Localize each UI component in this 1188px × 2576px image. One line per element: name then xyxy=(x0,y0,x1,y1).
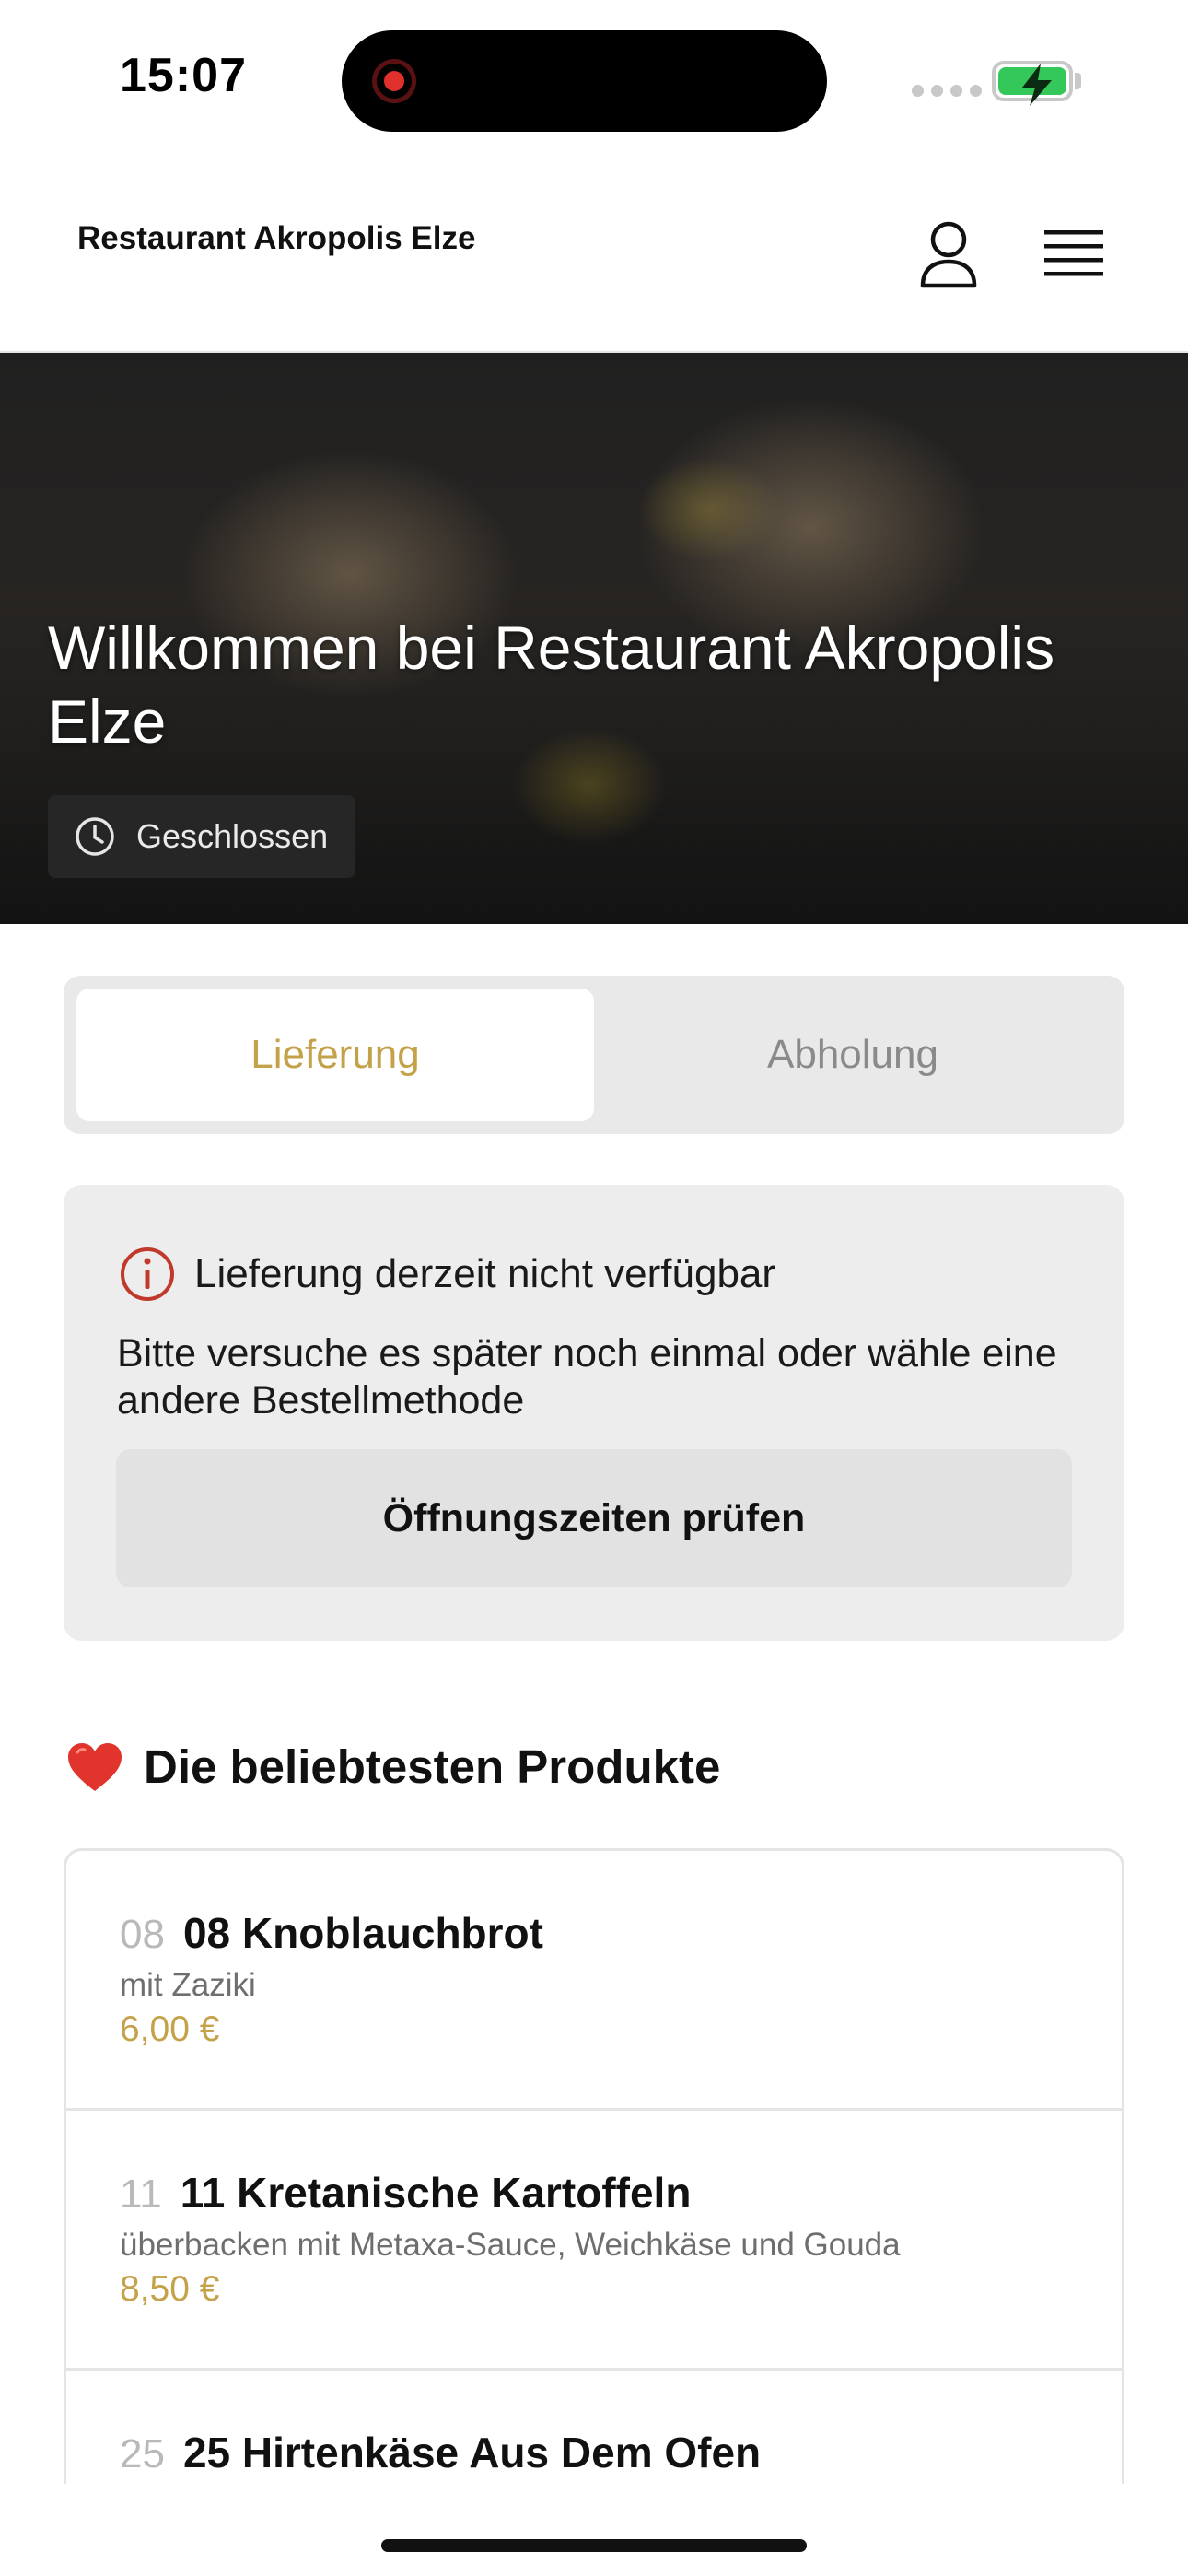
product-description: mit Zaziki xyxy=(120,1967,256,2003)
cellular-signal-icon xyxy=(912,85,982,97)
product-item[interactable]: 08 08 Knoblauchbrot mit Zaziki 6,00 € xyxy=(66,1851,1122,2111)
product-item[interactable]: 25 25 Hirtenkäse Aus Dem Ofen xyxy=(66,2371,1122,2484)
product-number: 11 xyxy=(120,2172,162,2217)
battery-cap xyxy=(1075,73,1081,89)
product-number: 25 xyxy=(120,2431,165,2476)
popular-products-heading: Die beliebtesten Produkte xyxy=(66,1739,720,1794)
popular-products-title: Die beliebtesten Produkte xyxy=(144,1740,721,1793)
product-description: überbacken mit Metaxa-Sauce, Weichkäse u… xyxy=(120,2227,901,2263)
home-indicator[interactable] xyxy=(381,2539,807,2552)
tab-pickup[interactable]: Abholung xyxy=(594,989,1112,1121)
charging-bolt-icon xyxy=(1022,64,1052,106)
opening-status-label: Geschlossen xyxy=(136,817,329,855)
delivery-unavailable-notice: Lieferung derzeit nicht verfügbar Bitte … xyxy=(64,1185,1124,1641)
order-method-toggle: Lieferung Abholung xyxy=(64,976,1124,1134)
app-screen: 15:07 Restaurant Akropolis Elze Willkomm… xyxy=(0,0,1188,2576)
clock-icon xyxy=(76,817,114,856)
product-name-row: 11 11 Kretanische Kartoffeln xyxy=(120,2168,691,2218)
notice-header: Lieferung derzeit nicht verfügbar xyxy=(119,1246,775,1303)
product-number: 08 xyxy=(120,1912,165,1957)
product-price: 8,50 € xyxy=(120,2269,220,2309)
menu-button[interactable] xyxy=(1044,228,1103,280)
dynamic-island xyxy=(342,30,827,132)
product-price: 6,00 € xyxy=(120,2009,220,2049)
tab-delivery[interactable]: Lieferung xyxy=(76,989,594,1121)
hero-title: Willkommen bei Restaurant Akropolis Elze xyxy=(48,614,1055,755)
opening-status-badge[interactable]: Geschlossen xyxy=(48,795,356,878)
notice-title: Lieferung derzeit nicht verfügbar xyxy=(194,1251,776,1296)
hero-banner: Willkommen bei Restaurant Akropolis Elze… xyxy=(0,353,1188,924)
check-opening-hours-button[interactable]: Öffnungszeiten prüfen xyxy=(116,1449,1072,1587)
recording-indicator-icon xyxy=(372,59,416,103)
account-button[interactable] xyxy=(919,221,978,291)
info-icon xyxy=(121,1247,174,1301)
product-name-row: 08 08 Knoblauchbrot xyxy=(120,1908,543,1958)
product-item[interactable]: 11 11 Kretanische Kartoffeln überbacken … xyxy=(66,2111,1122,2371)
notice-text: Bitte versuche es später noch einmal ode… xyxy=(117,1331,1057,1423)
product-name: 11 Kretanische Kartoffeln xyxy=(180,2169,692,2217)
app-header: Restaurant Akropolis Elze xyxy=(0,157,1188,353)
product-list: 08 08 Knoblauchbrot mit Zaziki 6,00 € 11… xyxy=(64,1848,1124,2484)
product-name-row: 25 25 Hirtenkäse Aus Dem Ofen xyxy=(120,2428,761,2477)
user-icon xyxy=(920,221,977,288)
product-name: 08 Knoblauchbrot xyxy=(182,1909,543,1957)
product-name: 25 Hirtenkäse Aus Dem Ofen xyxy=(182,2429,762,2476)
restaurant-name[interactable]: Restaurant Akropolis Elze xyxy=(77,219,483,258)
status-bar: 15:07 xyxy=(0,0,1188,157)
battery-icon xyxy=(992,61,1073,106)
heart-icon xyxy=(68,1742,122,1791)
hamburger-menu-icon xyxy=(1044,230,1103,276)
status-time: 15:07 xyxy=(120,49,247,102)
